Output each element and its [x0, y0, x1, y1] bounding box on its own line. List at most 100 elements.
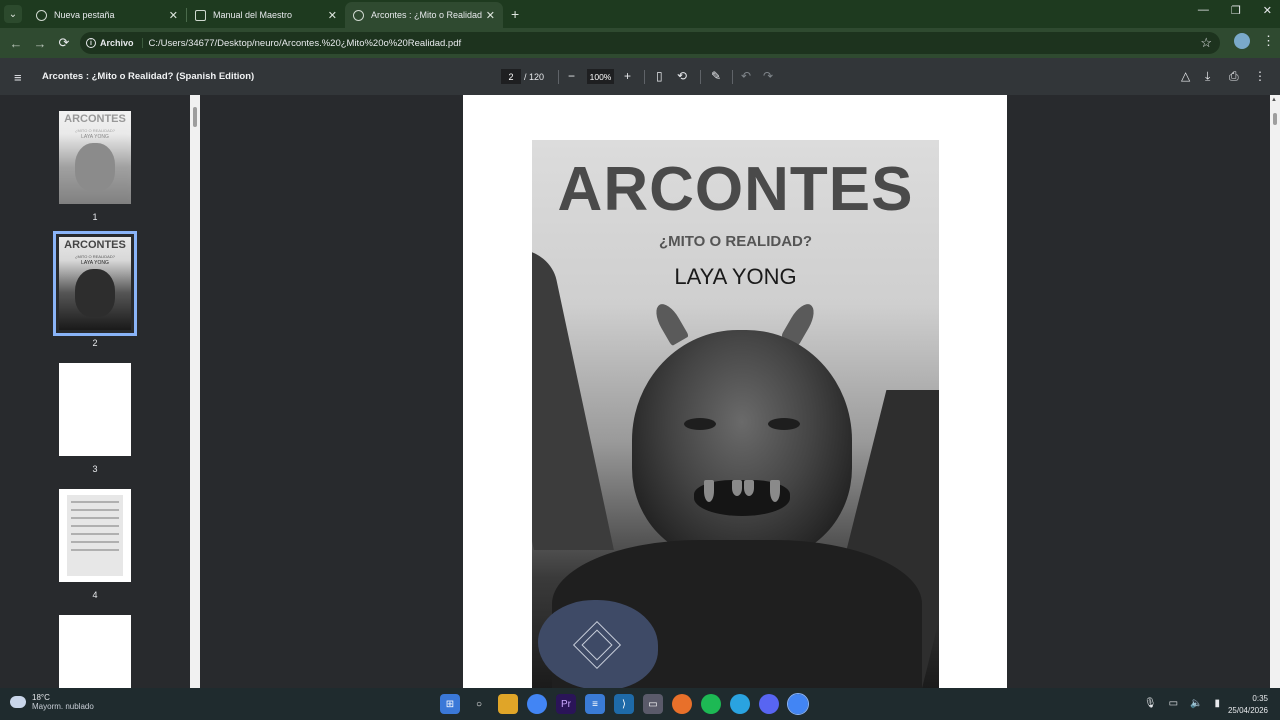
gargoyle-horn — [650, 299, 690, 347]
gargoyle-fang — [770, 480, 780, 502]
app-icon[interactable]: ▭ — [643, 694, 663, 714]
zoom-in-button[interactable]: + — [624, 69, 631, 83]
thumbnail-cover-author: LAYA YONG — [81, 260, 109, 266]
weather-condition: Mayorm. nublado — [32, 702, 94, 711]
gargoyle-image — [75, 269, 115, 317]
scrollbar-thumb[interactable] — [1273, 113, 1277, 125]
tab-label: Manual del Maestro — [213, 10, 293, 20]
pdf-page: ARCONTES ¿MITO O REALIDAD? LAYA YONG — [463, 95, 1007, 688]
chrome-icon — [36, 9, 47, 21]
fit-page-icon[interactable]: ▯ — [656, 69, 663, 83]
restore-button[interactable]: ❐ — [1231, 4, 1241, 17]
start-icon[interactable]: ⊞ — [440, 694, 460, 714]
address-bar[interactable]: i Archivo C:/Users/34677/Desktop/neuro/A… — [80, 32, 1220, 54]
scroll-up-arrow-icon[interactable]: ▲ — [1271, 97, 1277, 103]
thumbnail-sidebar: ARCONTES ¿MITO O REALIDAD? LAYA YONG 1 A… — [0, 95, 190, 708]
redo-icon[interactable]: ↷ — [763, 69, 773, 83]
taskbar-apps: ⊞ ○ Pr ≡ ⟩ ▭ — [440, 693, 809, 715]
gargoyle-fang — [744, 480, 754, 496]
thumbnail-page-4[interactable] — [59, 489, 131, 582]
thumbnail-page-1[interactable]: ARCONTES ¿MITO O REALIDAD? LAYA YONG — [59, 111, 131, 204]
document-icon — [195, 9, 206, 21]
close-icon[interactable]: ✕ — [486, 9, 495, 22]
telegram-icon[interactable] — [730, 694, 750, 714]
minimize-button[interactable]: — — [1198, 4, 1209, 17]
tab-search-button[interactable]: ⌄ — [4, 5, 22, 23]
sidebar-scrollbar[interactable] — [190, 95, 200, 688]
site-info-chip[interactable]: i Archivo — [86, 38, 143, 48]
tab-label: Nueva pestaña — [54, 10, 115, 20]
cover-subtitle: ¿MITO O REALIDAD? — [658, 233, 813, 250]
thumbnail-number: 3 — [92, 464, 98, 474]
taskbar: 18°C Mayorm. nublado ⊞ ○ Pr ≡ ⟩ ▭ 🎙 ▭ 🔈 … — [0, 688, 1280, 720]
music-icon[interactable] — [701, 694, 721, 714]
gargoyle-image — [75, 143, 115, 191]
thumbnail-number: 2 — [92, 338, 98, 348]
annotate-icon[interactable]: ✎ — [711, 69, 721, 83]
forward-button[interactable]: → — [28, 36, 52, 51]
thumbnail-cover-title: ARCONTES — [64, 239, 126, 251]
browser-toolbar: ← → ⟳ i Archivo C:/Users/34677/Desktop/n… — [0, 28, 1280, 58]
thumbnail-cover-subtitle: ¿MITO O REALIDAD? — [75, 128, 115, 133]
thumbnail-page-2[interactable]: ARCONTES ¿MITO O REALIDAD? LAYA YONG — [53, 231, 137, 336]
download-icon[interactable]: ⤓ — [1205, 69, 1210, 84]
book-cover: ARCONTES ¿MITO O REALIDAD? LAYA YONG — [532, 140, 939, 688]
gargoyle-mouth — [694, 480, 790, 516]
tab-new-tab[interactable]: Nueva pestaña ✕ — [28, 2, 186, 28]
profile-avatar[interactable] — [1234, 33, 1250, 49]
vscode-icon[interactable]: ⟩ — [614, 694, 634, 714]
discord-icon[interactable] — [759, 694, 779, 714]
zoom-out-button[interactable]: − — [568, 69, 575, 83]
microphone-icon[interactable]: 🎙 — [1144, 698, 1157, 709]
chrome-icon[interactable] — [527, 694, 547, 714]
drive-icon[interactable]: △ — [1181, 69, 1190, 83]
close-icon[interactable]: ✕ — [328, 9, 337, 22]
more-options-icon[interactable]: ⋮ — [1254, 69, 1266, 83]
tab-arcontes[interactable]: Arcontes : ¿Mito o Realidad? (S ✕ — [345, 2, 503, 28]
page-number-input[interactable] — [501, 69, 521, 84]
volume-icon[interactable]: 🔈 — [1190, 698, 1202, 709]
zoom-level-input[interactable] — [587, 69, 614, 84]
thumbnail-cover-subtitle: ¿MITO O REALIDAD? — [75, 254, 115, 259]
print-icon[interactable]: ⎙ — [1229, 69, 1239, 84]
folder-icon[interactable] — [498, 694, 518, 714]
thumbnail-cover-image: ARCONTES ¿MITO O REALIDAD? LAYA YONG — [59, 111, 131, 204]
premiere-icon[interactable]: Pr — [556, 694, 576, 714]
browser-menu-icon[interactable]: ⋮ — [1262, 33, 1275, 49]
gargoyle-wing-left — [532, 250, 614, 550]
battery-icon[interactable]: ▮ — [1214, 698, 1220, 709]
reload-button[interactable]: ⟳ — [52, 35, 76, 51]
main-scrollbar[interactable]: ▲ — [1270, 95, 1280, 688]
temperature: 18°C — [32, 693, 50, 702]
display-icon[interactable]: ▭ — [1169, 698, 1178, 709]
back-button[interactable]: ← — [4, 36, 28, 51]
close-window-button[interactable]: ✕ — [1263, 4, 1272, 17]
gargoyle-fang — [704, 480, 714, 502]
undo-icon[interactable]: ↶ — [741, 69, 751, 83]
cover-author: LAYA YONG — [674, 264, 797, 289]
notepad-icon[interactable]: ≡ — [585, 694, 605, 714]
hamburger-menu-icon[interactable]: ≡ — [14, 70, 22, 85]
thumbnail-page-3[interactable] — [59, 363, 131, 456]
chrome-active-icon[interactable] — [787, 693, 809, 715]
thumbnail-cover-author: LAYA YONG — [81, 134, 109, 140]
close-icon[interactable]: ✕ — [169, 9, 178, 22]
tab-manual-maestro[interactable]: Manual del Maestro ✕ — [187, 2, 345, 28]
toolbar-divider — [644, 70, 645, 84]
system-tray: 🎙 ▭ 🔈 ▮ — [1144, 698, 1220, 709]
bookmark-star-icon[interactable]: ☆ — [1200, 35, 1212, 51]
gargoyle-head — [632, 330, 852, 560]
gargoyle-fang — [732, 480, 742, 496]
page-total: / 120 — [524, 72, 545, 82]
window-controls: — ❐ ✕ — [1198, 4, 1272, 17]
weather-widget[interactable]: 18°C Mayorm. nublado — [10, 693, 94, 711]
document-title: Arcontes : ¿Mito o Realidad? (Spanish Ed… — [42, 71, 255, 82]
new-tab-button[interactable]: + — [511, 6, 519, 22]
clock-time: 0:35 — [1252, 694, 1268, 703]
rotate-icon[interactable]: ⟲ — [677, 69, 687, 83]
firefox-icon[interactable] — [672, 694, 692, 714]
search-icon[interactable]: ○ — [469, 694, 489, 714]
system-clock[interactable]: 0:35 25/04/2026 — [1228, 693, 1268, 717]
scrollbar-thumb[interactable] — [193, 107, 197, 127]
url-text[interactable]: C:/Users/34677/Desktop/neuro/Arcontes.%2… — [149, 38, 462, 49]
